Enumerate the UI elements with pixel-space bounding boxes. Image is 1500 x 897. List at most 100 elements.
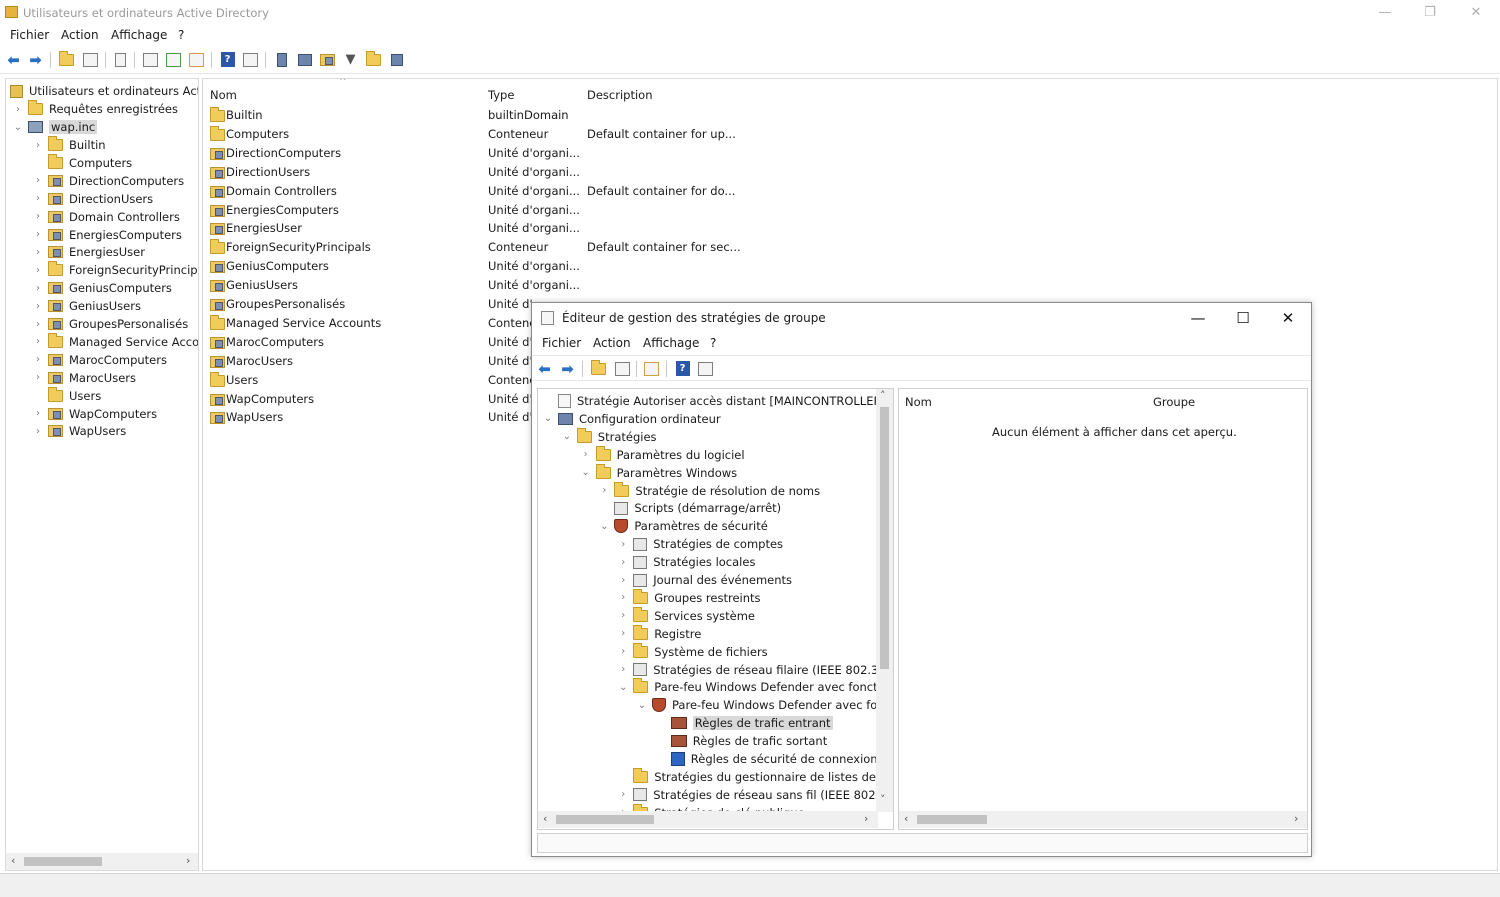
tree-item[interactable]: › Domain Controllers <box>32 208 180 226</box>
chevron-right-icon[interactable]: › <box>32 229 44 240</box>
chevron-down-icon[interactable]: ⌄ <box>580 467 592 478</box>
chevron-right-icon[interactable]: › <box>32 319 44 330</box>
chevron-down-icon[interactable]: ⌄ <box>12 122 24 133</box>
column-header-name[interactable]: Nom <box>905 395 932 409</box>
scroll-right-icon[interactable]: › <box>1294 812 1298 825</box>
chevron-right-icon[interactable]: › <box>32 175 44 186</box>
list-item[interactable]: DirectionUsers Unité d'organi... <box>209 163 769 182</box>
tree-item[interactable]: › GroupesPersonalisés <box>32 315 188 333</box>
chevron-right-icon[interactable]: › <box>32 408 44 419</box>
chevron-right-icon[interactable]: › <box>617 789 629 800</box>
chevron-right-icon[interactable]: › <box>32 140 44 151</box>
tree-item[interactable]: › GeniusComputers <box>32 279 172 297</box>
gpo-tree-item[interactable]: › Système de fichiers <box>617 642 768 661</box>
chevron-right-icon[interactable]: › <box>617 575 629 586</box>
tree-item[interactable]: Computers <box>32 153 132 172</box>
chevron-right-icon[interactable]: › <box>32 283 44 294</box>
column-header-type[interactable]: Type <box>488 88 514 102</box>
gpo-tree-item[interactable]: Règles de trafic sortant <box>655 732 827 750</box>
tree-item[interactable]: › Managed Service Accounts <box>32 332 198 351</box>
gpo-tree-item[interactable]: › Groupes restreints <box>617 588 761 607</box>
chevron-right-icon[interactable]: › <box>580 449 592 460</box>
gpo-tree-item[interactable]: › Stratégies de réseau sans fil (IEEE 802… <box>617 786 893 804</box>
chevron-right-icon[interactable]: › <box>32 193 44 204</box>
gpo-tree-item[interactable]: › Stratégie de résolution de noms <box>598 481 820 500</box>
tree-item[interactable]: › EnergiesComputers <box>32 226 182 244</box>
chevron-right-icon[interactable]: › <box>617 539 629 550</box>
gpo-tree-item[interactable]: Scripts (démarrage/arrêt) <box>598 499 781 517</box>
gpo-tree-item[interactable]: › Stratégies de comptes <box>617 535 783 553</box>
tree-item-saved-queries[interactable]: › Requêtes enregistrées <box>12 100 178 118</box>
tree-item[interactable]: › WapUsers <box>32 422 126 440</box>
chevron-down-icon[interactable]: ⌄ <box>561 431 573 442</box>
chevron-right-icon[interactable]: › <box>32 211 44 222</box>
gpo-tree-item[interactable]: Règles de sécurité de connexion <box>655 750 878 768</box>
chevron-down-icon[interactable]: ⌄ <box>636 700 648 711</box>
up-folder-icon[interactable] <box>58 50 75 68</box>
dialog-menu-help[interactable]: ? <box>710 336 716 350</box>
chevron-right-icon[interactable]: › <box>617 610 629 621</box>
new-ou-icon[interactable] <box>319 51 336 68</box>
restore-button[interactable]: ❐ <box>1410 3 1450 23</box>
gpo-tree-item[interactable]: Stratégie Autoriser accès distant [MAINC… <box>542 392 893 410</box>
chevron-right-icon[interactable]: › <box>32 336 44 347</box>
console-icon[interactable] <box>697 360 714 377</box>
show-tree-icon[interactable] <box>82 51 99 68</box>
tree-item[interactable]: › Builtin <box>32 136 106 154</box>
scroll-up-icon[interactable]: ˄ <box>880 389 886 402</box>
gpo-tree-item[interactable]: Stratégies du gestionnaire de listes de … <box>617 767 893 786</box>
gpo-tree-item[interactable]: › Paramètres du logiciel <box>580 445 745 464</box>
chevron-right-icon[interactable]: › <box>617 664 629 675</box>
gpo-tree-item[interactable]: ⌄ Pare-feu Windows Defender avec fonctior <box>617 678 893 696</box>
console-icon[interactable] <box>242 51 259 68</box>
chevron-right-icon[interactable]: › <box>598 485 610 496</box>
chevron-down-icon[interactable]: ⌄ <box>598 521 610 532</box>
scroll-left-icon[interactable]: ‹ <box>11 854 15 867</box>
gpo-tree-item[interactable]: ⌄ Paramètres Windows <box>580 463 737 482</box>
gpo-tree-vscrollbar[interactable]: ˄ ˅ <box>876 389 893 812</box>
export-list-icon[interactable] <box>643 360 660 377</box>
forward-arrow-icon[interactable]: ➡ <box>27 51 44 69</box>
dialog-close-button[interactable]: ✕ <box>1266 307 1310 329</box>
gpo-tree-item[interactable]: ⌄ Configuration ordinateur <box>542 410 721 428</box>
new-window-icon[interactable] <box>142 51 159 68</box>
forward-arrow-icon[interactable]: ➡ <box>559 360 576 378</box>
tree-item[interactable]: Users <box>32 386 101 405</box>
properties-icon[interactable] <box>112 51 129 68</box>
list-item[interactable]: ForeignSecurityPrincipals Conteneur Defaul… <box>209 238 769 257</box>
gpo-tree-item[interactable]: ⌄ Stratégies <box>561 427 657 446</box>
chevron-right-icon[interactable]: › <box>32 301 44 312</box>
gpo-tree-item[interactable]: ⌄ Paramètres de sécurité <box>598 517 768 535</box>
column-header-name[interactable]: Nom <box>210 88 237 102</box>
gpo-tree-item[interactable]: › Stratégies de réseau filaire (IEEE 802.… <box>617 661 883 679</box>
list-item[interactable]: EnergiesUser Unité d'organi... <box>209 219 769 238</box>
list-item[interactable]: Computers Conteneur Default container for … <box>209 125 769 144</box>
tree-item[interactable]: › GeniusUsers <box>32 297 141 315</box>
up-folder-icon[interactable] <box>590 359 607 377</box>
chevron-right-icon[interactable]: › <box>32 372 44 383</box>
menu-fichier[interactable]: Fichier <box>10 28 49 42</box>
dialog-maximize-button[interactable]: ☐ <box>1221 307 1265 329</box>
gpo-tree-item[interactable]: › Registre <box>617 624 701 643</box>
show-tree-icon[interactable] <box>614 360 631 377</box>
chevron-down-icon[interactable]: ⌄ <box>617 682 629 693</box>
chevron-right-icon[interactable]: › <box>32 247 44 258</box>
list-item[interactable]: DirectionComputers Unité d'organi... <box>209 144 769 163</box>
menu-help[interactable]: ? <box>178 28 184 42</box>
list-item[interactable]: Domain Controllers Unité d'organi... Defau… <box>209 182 769 201</box>
help-icon[interactable]: ? <box>674 360 691 377</box>
export-list-icon[interactable] <box>188 51 205 68</box>
tree-item-domain[interactable]: ⌄ wap.inc <box>12 118 98 136</box>
tree-item[interactable]: › MarocComputers <box>32 351 167 369</box>
tree-item[interactable]: › EnergiesUser <box>32 243 145 261</box>
tree-root[interactable]: Utilisateurs et ordinateurs Active <box>8 82 198 100</box>
scroll-thumb[interactable] <box>880 407 889 669</box>
chevron-right-icon[interactable]: › <box>32 354 44 365</box>
chevron-right-icon[interactable]: › <box>617 628 629 639</box>
dialog-menu-affichage[interactable]: Affichage <box>643 336 699 350</box>
chevron-down-icon[interactable]: ⌄ <box>542 413 554 424</box>
gpo-list-hscrollbar[interactable]: ‹ › <box>899 811 1307 828</box>
tree-item[interactable]: › DirectionUsers <box>32 190 153 208</box>
chevron-right-icon[interactable]: › <box>12 104 24 115</box>
column-header-description[interactable]: Description <box>587 88 653 102</box>
